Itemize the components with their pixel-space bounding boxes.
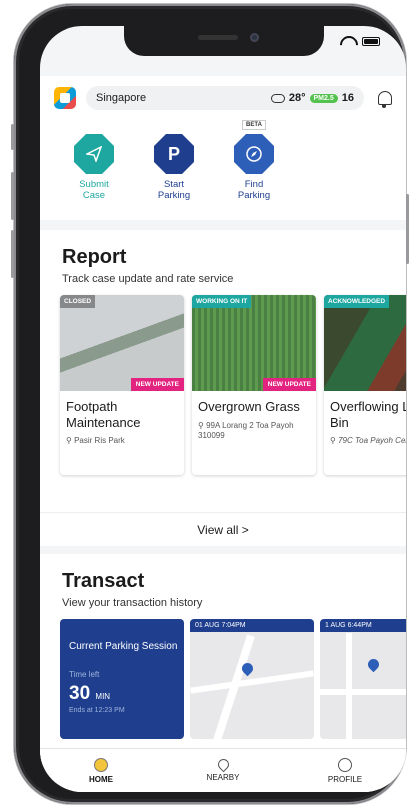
nav-nearby-label: NEARBY bbox=[206, 773, 240, 782]
map-road bbox=[320, 689, 406, 695]
map-pin-icon bbox=[365, 656, 382, 673]
power-button bbox=[406, 194, 409, 264]
case-photo: WORKING ON IT NEW UPDATE bbox=[192, 295, 316, 391]
report-card[interactable]: ACKNOWLEDGED Overflowing Litter Bin ⚲ 79… bbox=[324, 295, 406, 475]
volume-down-button bbox=[11, 230, 14, 278]
status-badge: ACKNOWLEDGED bbox=[324, 295, 390, 308]
submit-case-label: Submit Case bbox=[79, 179, 109, 201]
transaction-cards: Current Parking Session Time left 30 MIN… bbox=[60, 619, 406, 739]
status-badge: WORKING ON IT bbox=[192, 295, 252, 308]
app-header: Singapore 28° PM2.5 16 bbox=[40, 76, 406, 120]
location-pill[interactable]: Singapore 28° PM2.5 16 bbox=[86, 86, 364, 110]
notch bbox=[124, 26, 324, 56]
new-update-badge: NEW UPDATE bbox=[130, 378, 184, 391]
case-location: ⚲ Pasir Ris Park bbox=[66, 436, 125, 446]
temperature: 28° bbox=[288, 92, 306, 104]
quick-actions: Submit Case P Start Parking BETA Find Parki… bbox=[40, 120, 406, 220]
transact-title: Transact bbox=[62, 570, 145, 592]
case-title: Overgrown Grass bbox=[198, 399, 300, 414]
bottom-nav: HOME NEARBY PROFILE bbox=[40, 748, 406, 792]
pm-value: 16 bbox=[341, 92, 354, 104]
wifi-icon bbox=[340, 36, 354, 46]
nav-home[interactable]: HOME bbox=[66, 757, 136, 784]
start-parking-button[interactable]: P Start Parking bbox=[146, 120, 202, 220]
case-photo: CLOSED NEW UPDATE bbox=[60, 295, 184, 391]
pm-badge: PM2.5 bbox=[309, 93, 338, 103]
location-name: Singapore bbox=[96, 92, 147, 104]
start-parking-label: Start Parking bbox=[157, 179, 191, 201]
parking-history-card[interactable]: 1 AUG 6:44PM bbox=[320, 619, 406, 739]
report-card[interactable]: WORKING ON IT NEW UPDATE Overgrown Grass… bbox=[192, 295, 316, 475]
report-cards: CLOSED NEW UPDATE Footpath Maintenance ⚲… bbox=[60, 295, 406, 475]
report-card[interactable]: CLOSED NEW UPDATE Footpath Maintenance ⚲… bbox=[60, 295, 184, 475]
time-left-value: 30 MIN bbox=[69, 682, 111, 704]
map-road bbox=[346, 633, 352, 739]
submit-case-button[interactable]: Submit Case bbox=[66, 120, 122, 220]
new-update-badge: NEW UPDATE bbox=[262, 378, 316, 391]
case-photo: ACKNOWLEDGED bbox=[324, 295, 406, 391]
parking-history-card[interactable]: 01 AUG 7:04PM bbox=[190, 619, 314, 739]
bell-icon[interactable] bbox=[378, 91, 392, 108]
map-road bbox=[190, 670, 314, 694]
app-logo bbox=[54, 87, 76, 109]
nav-profile[interactable]: PROFILE bbox=[310, 757, 380, 784]
transaction-date: 1 AUG 6:44PM bbox=[320, 619, 406, 632]
battery-icon bbox=[362, 36, 380, 46]
phone-frame: Singapore 28° PM2.5 16 Submit Case P Sta… bbox=[11, 4, 409, 804]
time-left-label: Time left bbox=[69, 669, 100, 679]
find-parking-button[interactable]: BETA Find Parking bbox=[226, 120, 282, 220]
status-badge: CLOSED bbox=[60, 295, 96, 308]
case-location: ⚲ 99A Lorang 2 Toa Payoh 310099 bbox=[198, 420, 294, 440]
parking-icon: P bbox=[154, 134, 194, 174]
app-screen: Singapore 28° PM2.5 16 Submit Case P Sta… bbox=[40, 26, 406, 792]
nav-home-label: HOME bbox=[89, 774, 113, 784]
report-subtitle: Track case update and rate service bbox=[62, 273, 234, 285]
camera bbox=[250, 33, 259, 42]
nav-nearby[interactable]: NEARBY bbox=[188, 756, 258, 782]
case-title: Footpath Maintenance bbox=[66, 399, 141, 430]
case-title: Overflowing Litter Bin bbox=[330, 399, 406, 430]
transact-subtitle: View your transaction history bbox=[62, 597, 203, 609]
transaction-date: 01 AUG 7:04PM bbox=[190, 619, 314, 632]
transact-section: Transact View your transaction history C… bbox=[40, 554, 406, 766]
volume-up-button bbox=[11, 172, 14, 220]
report-title: Report bbox=[62, 246, 127, 268]
paper-plane-icon bbox=[74, 134, 114, 174]
view-all-link[interactable]: View all > bbox=[40, 512, 406, 546]
compass-icon bbox=[234, 134, 274, 174]
speaker bbox=[198, 35, 238, 40]
beta-badge: BETA bbox=[242, 120, 266, 130]
report-section: Report Track case update and rate servic… bbox=[40, 230, 406, 546]
mute-switch bbox=[11, 124, 14, 150]
nav-profile-label: PROFILE bbox=[327, 774, 363, 784]
nearby-icon bbox=[215, 756, 231, 773]
parking-session-label: Current Parking Session bbox=[69, 641, 178, 652]
current-parking-card[interactable]: Current Parking Session Time left 30 MIN… bbox=[60, 619, 184, 739]
ends-at: Ends at 12:23 PM bbox=[69, 706, 125, 714]
case-location: ⚲ 79C Toa Payoh Central 31307 bbox=[330, 436, 406, 446]
find-parking-label: Find Parking bbox=[237, 179, 271, 201]
home-icon bbox=[94, 757, 108, 772]
status-bar bbox=[340, 36, 380, 46]
cloud-icon bbox=[270, 93, 285, 103]
weather-info: 28° PM2.5 16 bbox=[270, 92, 354, 104]
profile-icon bbox=[338, 757, 352, 772]
